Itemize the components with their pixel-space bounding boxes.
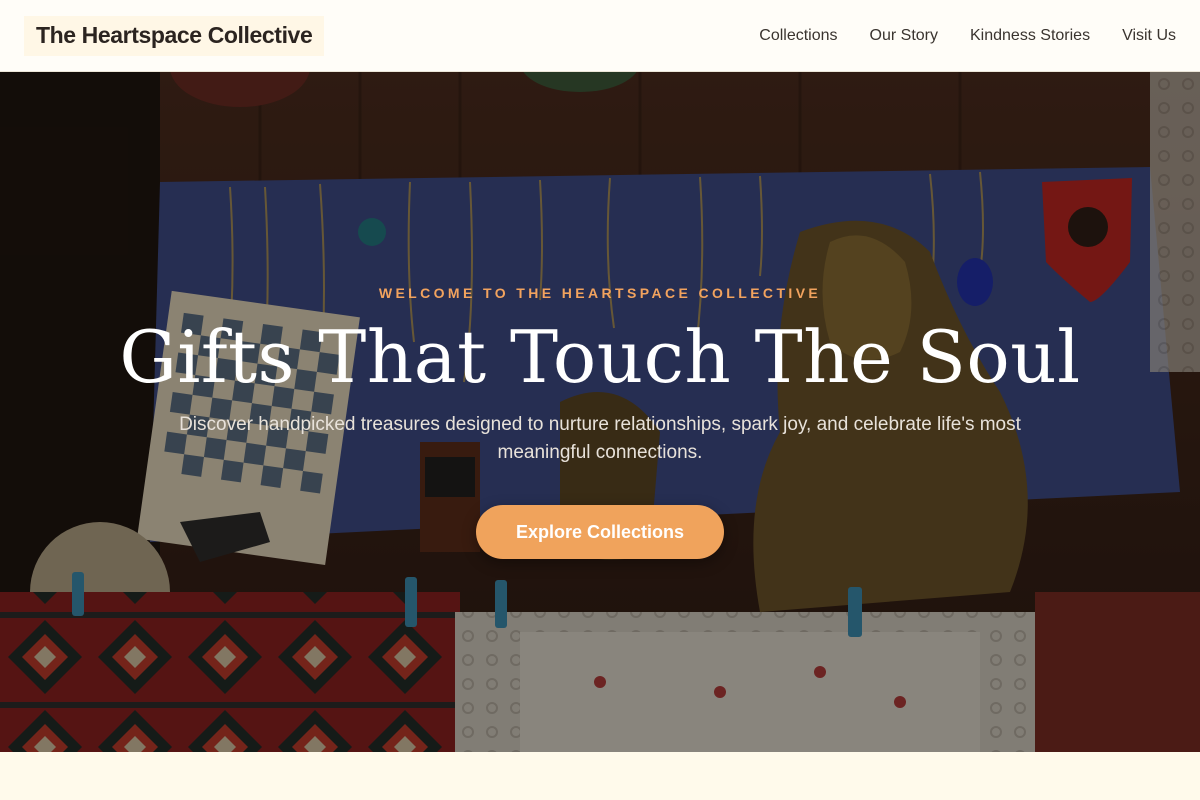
hero-eyebrow: WELCOME TO THE HEARTSPACE COLLECTIVE xyxy=(378,285,822,301)
nav-link-kindness-stories[interactable]: Kindness Stories xyxy=(970,27,1090,45)
site-logo[interactable]: The Heartspace Collective xyxy=(24,15,325,56)
nav-link-our-story[interactable]: Our Story xyxy=(870,27,938,45)
nav-link-visit-us[interactable]: Visit Us xyxy=(1122,27,1176,45)
hero-title: Gifts That Touch The Soul xyxy=(119,315,1081,399)
explore-collections-button[interactable]: Explore Collections xyxy=(475,505,725,559)
hero-subtitle: Discover handpicked treasures designed t… xyxy=(179,414,1021,463)
hero-section: WELCOME TO THE HEARTSPACE COLLECTIVE Gif… xyxy=(0,72,1200,752)
next-section-strip xyxy=(0,752,1200,800)
hero-content: WELCOME TO THE HEARTSPACE COLLECTIVE Gif… xyxy=(0,72,1200,752)
nav-link-collections[interactable]: Collections xyxy=(759,27,837,45)
site-header: The Heartspace Collective Collections Ou… xyxy=(0,0,1200,72)
main-nav: Collections Our Story Kindness Stories V… xyxy=(759,27,1176,45)
